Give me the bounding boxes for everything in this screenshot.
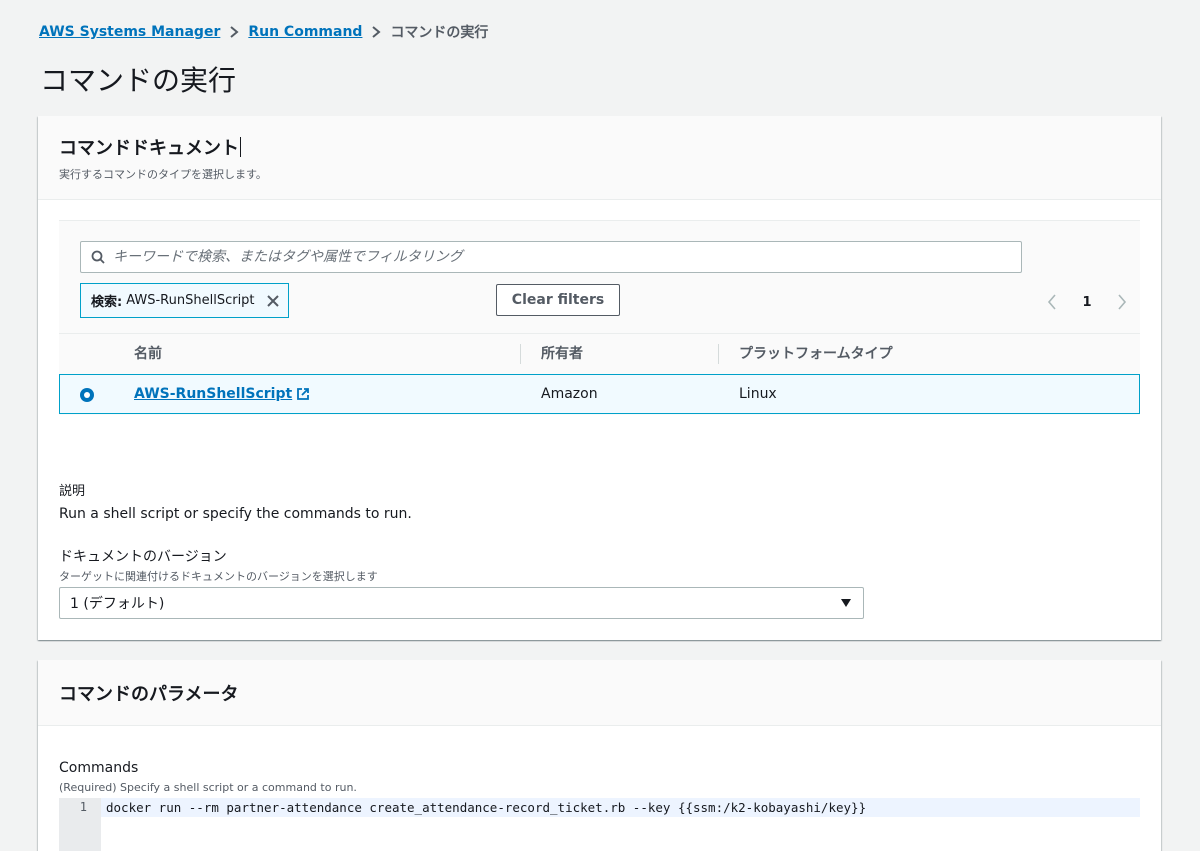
column-header-owner[interactable]: 所有者 <box>520 344 583 364</box>
search-input[interactable] <box>113 249 1021 265</box>
panel-description: 実行するコマンドのタイプを選択します。 <box>59 168 267 181</box>
filter-token-value: AWS-RunShellScript <box>126 293 255 308</box>
clear-filters-button[interactable]: Clear filters <box>496 284 620 316</box>
panel-header: コマンドドキュメント 実行するコマンドのタイプを選択します。 <box>38 116 1161 200</box>
version-selected-value: 1 (デフォルト) <box>70 596 165 612</box>
chevron-left-icon[interactable] <box>1047 294 1057 310</box>
version-select[interactable]: 1 (デフォルト) <box>59 587 864 619</box>
page-title: コマンドの実行 <box>40 64 237 97</box>
breadcrumb-link-run-command[interactable]: Run Command <box>248 24 362 40</box>
editor-line[interactable]: docker run --rm partner-attendance creat… <box>101 798 1140 817</box>
table-header: 名前 所有者 プラットフォームタイプ <box>59 333 1140 373</box>
commands-label: Commands <box>59 760 139 776</box>
filter-token-label: 検索: <box>91 295 123 310</box>
chevron-right-icon[interactable] <box>1117 294 1127 310</box>
close-icon[interactable] <box>266 294 280 308</box>
page-number[interactable]: 1 <box>1082 295 1091 310</box>
panel-title: コマンドドキュメント <box>59 137 241 159</box>
search-field[interactable] <box>80 241 1022 273</box>
breadcrumb-link-systems-manager[interactable]: AWS Systems Manager <box>39 24 220 40</box>
description-text: Run a shell script or specify the comman… <box>59 506 412 522</box>
commands-hint: (Required) Specify a shell script or a c… <box>59 781 357 794</box>
breadcrumb-current: コマンドの実行 <box>390 25 489 41</box>
panel-title: コマンドのパラメータ <box>59 684 239 705</box>
document-owner: Amazon <box>541 386 598 402</box>
filter-token: 検索: AWS-RunShellScript <box>80 283 289 318</box>
version-hint: ターゲットに関連付けるドキュメントのバージョンを選択します <box>59 570 378 583</box>
command-document-panel: コマンドドキュメント 実行するコマンドのタイプを選択します。 検索: AWS-R… <box>38 116 1161 640</box>
search-icon <box>91 250 105 264</box>
column-header-platform[interactable]: プラットフォームタイプ <box>718 344 893 364</box>
description-label: 説明 <box>59 484 86 499</box>
row-radio[interactable] <box>80 388 94 402</box>
caret-down-icon <box>841 599 851 607</box>
document-name-link[interactable]: AWS-RunShellScript <box>134 386 310 402</box>
panel-header: コマンドのパラメータ <box>38 660 1161 726</box>
external-link-icon <box>296 387 310 401</box>
column-header-name[interactable]: 名前 <box>114 344 162 364</box>
command-parameters-panel: コマンドのパラメータ Commands (Required) Specify a… <box>38 660 1161 851</box>
chevron-right-icon <box>371 26 381 38</box>
chevron-right-icon <box>229 26 239 38</box>
commands-editor[interactable]: 1 docker run --rm partner-attendance cre… <box>59 798 1140 851</box>
line-number: 1 <box>59 798 101 851</box>
breadcrumb: AWS Systems Manager Run Command コマンドの実行 <box>39 22 488 42</box>
document-platform: Linux <box>739 386 777 402</box>
table-row[interactable]: AWS-RunShellScript Amazon Linux <box>59 374 1140 414</box>
version-label: ドキュメントのバージョン <box>59 549 227 565</box>
text-caret <box>240 137 241 157</box>
pagination: 1 <box>1047 292 1127 312</box>
